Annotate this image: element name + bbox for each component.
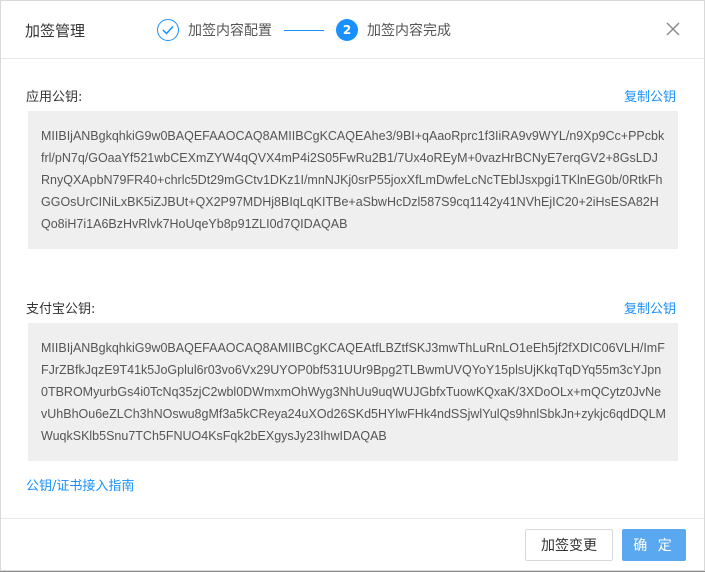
step-2-number: 2 (336, 19, 358, 41)
app-public-key-label: 应用公钥: (26, 90, 83, 105)
step-2-label: 加签内容完成 (367, 23, 451, 39)
check-icon (157, 19, 179, 41)
confirm-button[interactable]: 确 定 (622, 529, 686, 561)
dialog-header: 加签管理 加签内容配置 2 加签内容完成 (1, 1, 704, 59)
dialog-title: 加签管理 (25, 22, 86, 40)
alipay-public-key-value: MIIBIjANBgkqhkiG9w0BAQEFAAOCAQ8AMIIBCgKC… (28, 323, 678, 461)
step-connector (284, 29, 324, 31)
close-icon[interactable] (666, 21, 680, 36)
key-certificate-guide-link[interactable]: 公钥/证书接入指南 (26, 475, 134, 494)
dialog-footer: 加签变更 确 定 (1, 518, 704, 572)
copy-alipay-key-button[interactable]: 复制公钥 (624, 298, 676, 317)
alipay-public-key-label: 支付宝公钥: (26, 302, 96, 317)
sign-management-dialog: 加签管理 加签内容配置 2 加签内容完成 应用公钥: 复制公钥 MIIBIjAN… (0, 0, 705, 571)
copy-app-key-button[interactable]: 复制公钥 (624, 86, 676, 105)
steps-bar: 加签内容配置 2 加签内容完成 (157, 17, 451, 43)
change-signing-button[interactable]: 加签变更 (525, 529, 613, 561)
app-public-key-value: MIIBIjANBgkqhkiG9w0BAQEFAAOCAQ8AMIIBCgKC… (28, 111, 678, 249)
step-1-label: 加签内容配置 (188, 23, 272, 39)
